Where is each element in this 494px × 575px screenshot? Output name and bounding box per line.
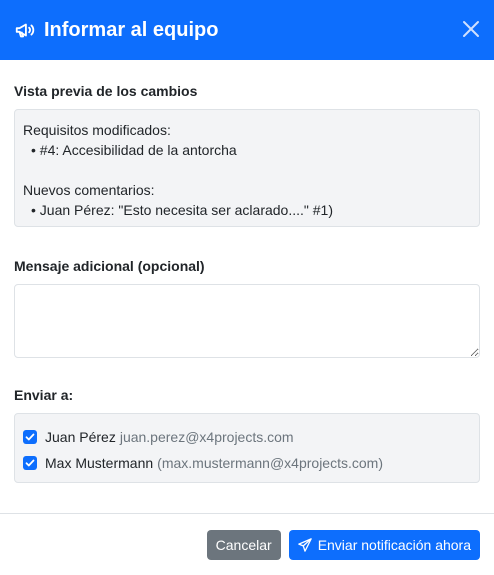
recipient-name: Juan Pérez <box>45 429 116 445</box>
recipient-item[interactable]: Max Mustermann (max.mustermann@x4project… <box>23 450 471 476</box>
comments-heading: Nuevos comentarios: <box>23 182 155 198</box>
checkbox-checked-icon[interactable] <box>23 456 37 470</box>
changes-preview: Requisitos modificados: • #4: Accesibili… <box>14 109 480 227</box>
close-icon[interactable] <box>462 20 480 38</box>
send-button-label: Enviar notificación ahora <box>317 536 471 553</box>
modal-footer: Cancelar Enviar notificación ahora <box>0 513 494 575</box>
modified-heading: Requisitos modificados: <box>23 122 171 138</box>
recipient-email: juan.perez@x4projects.com <box>119 429 294 445</box>
additional-message-input[interactable] <box>14 284 480 358</box>
message-label: Mensaje adicional (opcional) <box>14 258 205 274</box>
cancel-button[interactable]: Cancelar <box>206 529 281 560</box>
list-item: • Juan Pérez: "Esto necesita ser aclarad… <box>31 202 333 218</box>
checkbox-checked-icon[interactable] <box>23 430 37 444</box>
recipient-email: (max.mustermann@x4projects.com) <box>157 455 383 471</box>
notify-team-modal: Informar al equipo Vista previa de los c… <box>0 0 494 575</box>
recipient-item[interactable]: Juan Pérez juan.perez@x4projects.com <box>23 424 471 450</box>
modal-body: Vista previa de los cambios Requisitos m… <box>0 60 494 483</box>
recipients-list: Juan Pérez juan.perez@x4projects.com Max… <box>14 413 480 483</box>
list-item: • #4: Accesibilidad de la antorcha <box>31 142 237 158</box>
recipients-label: Enviar a: <box>14 387 74 403</box>
send-notification-button[interactable]: Enviar notificación ahora <box>288 529 480 560</box>
recipient-name: Max Mustermann <box>45 455 154 471</box>
modal-header: Informar al equipo <box>0 0 494 60</box>
preview-label: Vista previa de los cambios <box>14 83 198 99</box>
megaphone-icon <box>14 19 36 41</box>
send-icon <box>297 537 312 552</box>
modal-title: Informar al equipo <box>44 18 219 41</box>
